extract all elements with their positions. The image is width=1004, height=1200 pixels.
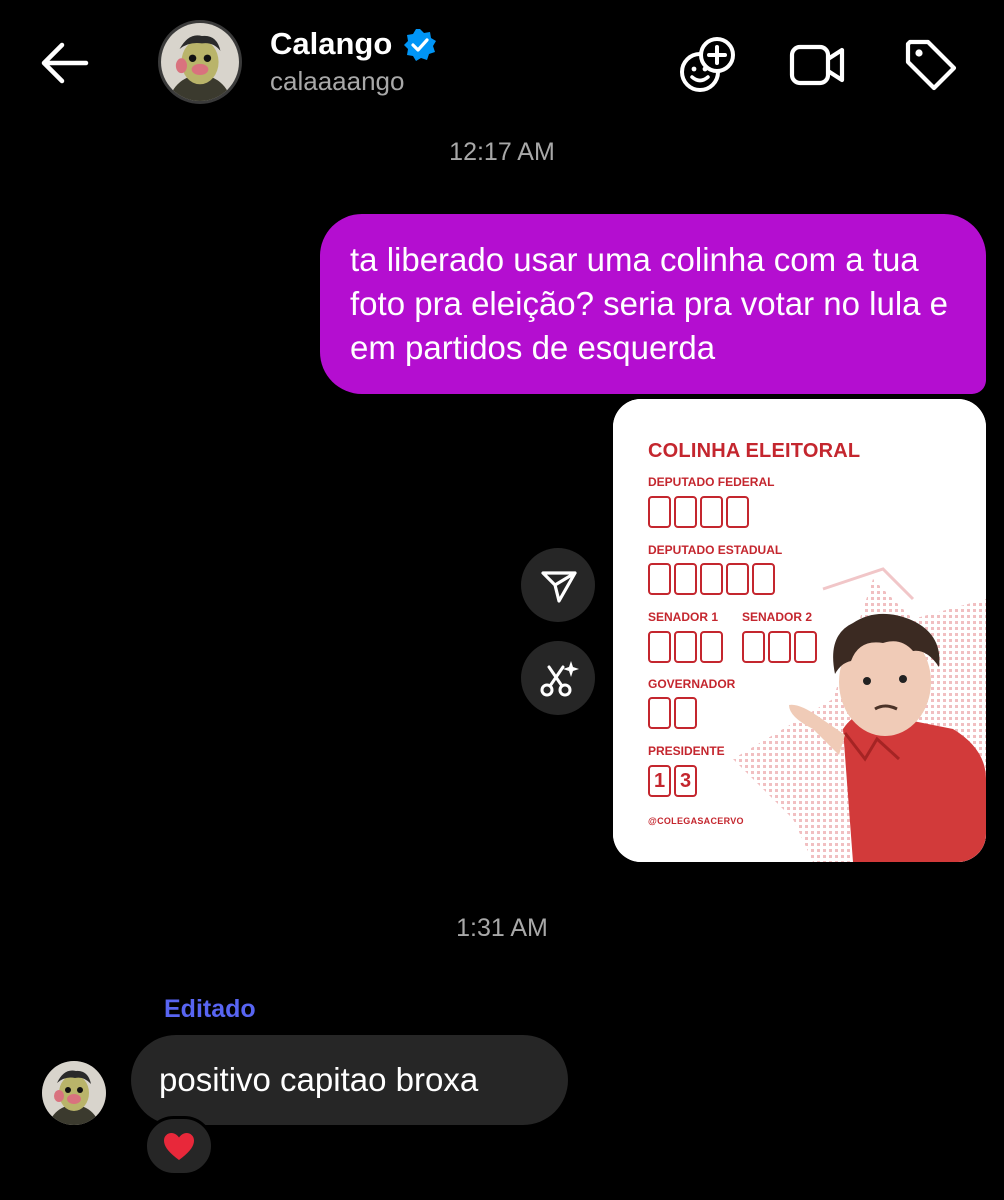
puppet-avatar-image [42,1061,106,1125]
contact-handle[interactable]: calaaaango [270,66,404,97]
reaction-badge[interactable] [144,1116,214,1176]
vote-box [700,563,723,595]
video-call-icon [789,44,845,86]
boxes-governador [648,697,697,729]
boxes-deputado-federal [648,496,749,528]
tag-button[interactable] [900,34,962,96]
vote-box [674,631,697,663]
vote-box [726,496,749,528]
tag-icon [905,39,957,91]
card-title: COLINHA ELEITORAL [648,440,861,462]
share-icon [541,571,577,603]
label-deputado-estadual: DEPUTADO ESTADUAL [648,543,783,557]
puppet-avatar-image [161,23,239,101]
label-deputado-federal: DEPUTADO FEDERAL [648,475,775,489]
boxes-presidente: 1 3 [648,765,697,797]
add-people-icon [680,37,735,92]
vote-box [674,563,697,595]
outgoing-message[interactable]: ta liberado usar uma colinha com a tua f… [320,214,986,394]
timestamp: 12:17 AM [449,138,555,166]
vote-box [648,563,671,595]
vote-box [674,496,697,528]
label-senador-2: SENADOR 2 [742,610,813,624]
vote-box [768,631,791,663]
shared-image-card[interactable]: COLINHA ELEITORAL DEPUTADO FEDERAL DEPUT… [613,399,986,862]
vote-box [726,563,749,595]
vote-box [742,631,765,663]
share-button[interactable] [521,548,595,622]
vote-box-digit: 3 [674,765,697,797]
remix-button[interactable] [521,641,595,715]
vote-box-digit: 1 [648,765,671,797]
remix-icon [540,661,579,697]
vote-box [648,631,671,663]
back-button[interactable] [34,38,94,88]
vote-box [648,496,671,528]
vote-box [648,697,671,729]
verified-badge-icon [404,29,436,61]
label-governador: GOVERNADOR [648,677,736,691]
arrow-left-icon [41,42,89,84]
chat-header: Calango calaaaango [0,0,1004,120]
label-senador-1: SENADOR 1 [648,610,719,624]
label-presidente: PRESIDENTE [648,744,725,758]
vote-box [752,563,775,595]
contact-name[interactable]: Calango [270,26,392,62]
vote-box [700,631,723,663]
vote-box [700,496,723,528]
sender-avatar[interactable] [42,1061,106,1125]
edited-label: Editado [164,995,256,1023]
vote-box [674,697,697,729]
incoming-message[interactable]: positivo capitao broxa [131,1035,568,1125]
vote-box [794,631,817,663]
video-call-button[interactable] [786,34,848,96]
card-handle: @COLEGASACERVO [648,816,744,826]
add-people-button[interactable] [676,34,738,96]
boxes-senador-1 [648,631,723,663]
heart-icon [164,1133,194,1160]
timestamp: 1:31 AM [456,914,548,942]
boxes-senador-2 [742,631,817,663]
contact-avatar[interactable] [158,20,242,104]
boxes-deputado-estadual [648,563,775,595]
